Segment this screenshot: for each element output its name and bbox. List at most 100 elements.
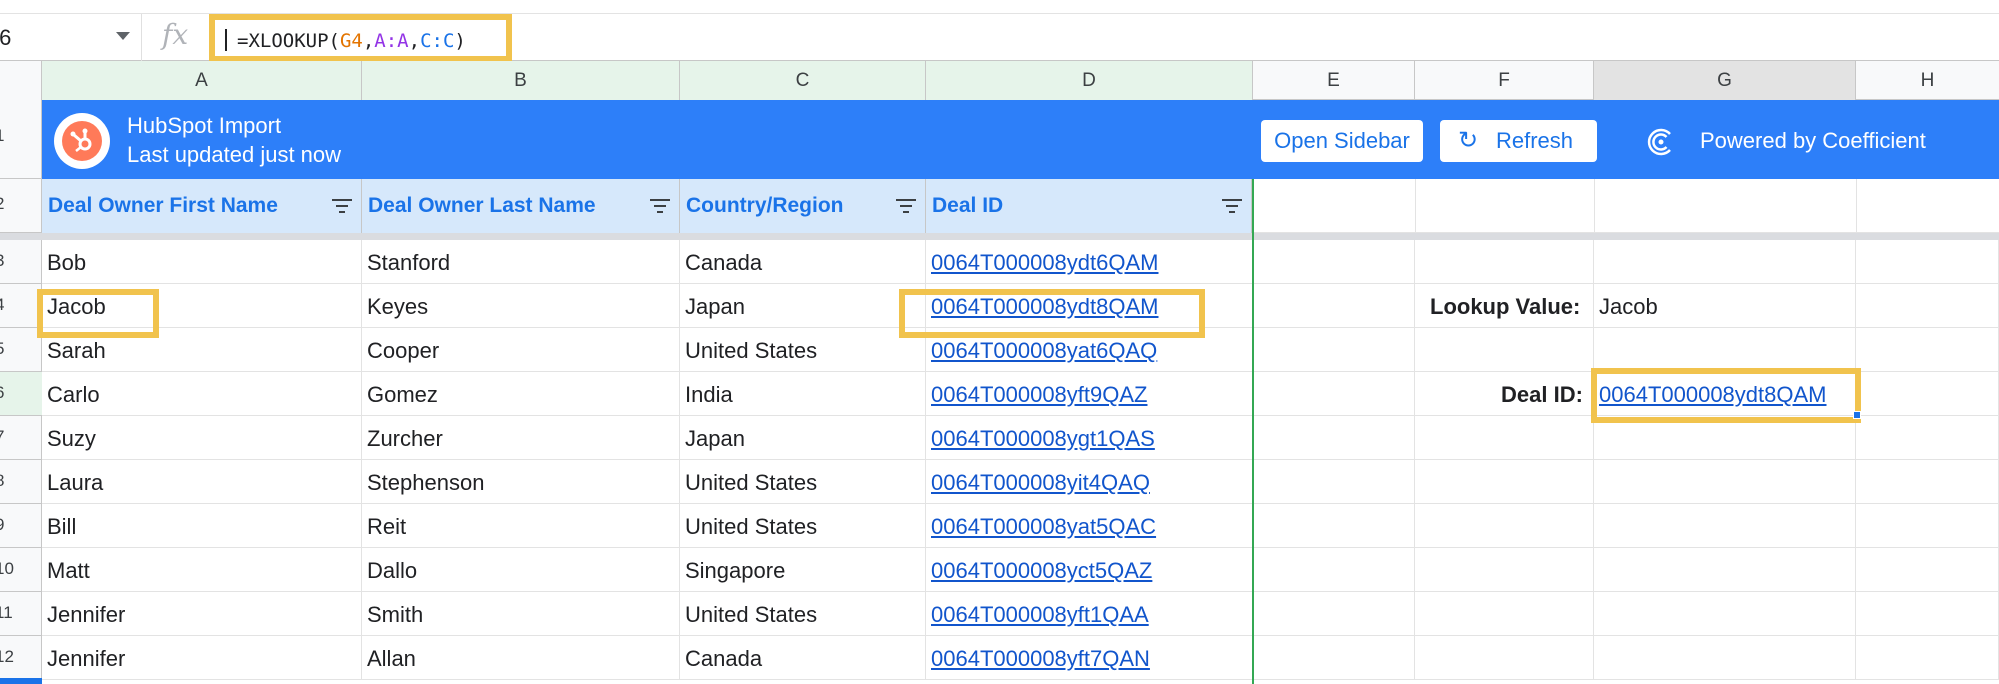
- grid-cell[interactable]: [1415, 240, 1594, 284]
- grid-cell[interactable]: [1856, 416, 1999, 460]
- deal-id-link[interactable]: 0064T000008yft9QAZ: [931, 382, 1147, 408]
- row-header[interactable]: 12: [0, 636, 42, 680]
- grid-cell[interactable]: [1253, 416, 1415, 460]
- grid-cell[interactable]: Japan: [680, 284, 926, 328]
- grid-cell[interactable]: [1856, 240, 1999, 284]
- column-header-d[interactable]: D: [926, 61, 1253, 100]
- grid-cell[interactable]: Bill: [42, 504, 362, 548]
- grid-cell[interactable]: [1253, 372, 1415, 416]
- frozen-rows-divider[interactable]: [0, 233, 1999, 240]
- grid-cell[interactable]: Keyes: [362, 284, 680, 328]
- filter-icon[interactable]: [1222, 199, 1242, 213]
- deal-id-link[interactable]: 0064T000008yct5QAZ: [931, 558, 1152, 584]
- deal-id-link[interactable]: 0064T000008ydt6QAM: [931, 250, 1159, 276]
- grid-cell[interactable]: Smith: [362, 592, 680, 636]
- grid-cell[interactable]: Matt: [42, 548, 362, 592]
- grid-cell[interactable]: [1594, 240, 1856, 284]
- grid-cell[interactable]: [1594, 636, 1856, 680]
- grid-cell[interactable]: 0064T000008ydt6QAM: [926, 240, 1253, 284]
- grid-cell[interactable]: 0064T000008yat5QAC: [926, 504, 1253, 548]
- grid-cell[interactable]: [1415, 328, 1594, 372]
- deal-id-link[interactable]: 0064T000008yit4QAQ: [931, 470, 1150, 496]
- fill-handle[interactable]: [1853, 411, 1861, 419]
- grid-cell[interactable]: [1253, 328, 1415, 372]
- grid-cell[interactable]: [1594, 460, 1856, 504]
- grid-cell[interactable]: [1415, 416, 1594, 460]
- refresh-button[interactable]: ↻ Refresh: [1440, 120, 1597, 162]
- grid-cell[interactable]: Gomez: [362, 372, 680, 416]
- grid-cell[interactable]: United States: [680, 592, 926, 636]
- grid-cell[interactable]: [1856, 284, 1999, 328]
- column-header-b[interactable]: B: [362, 61, 680, 100]
- grid-cell[interactable]: India: [680, 372, 926, 416]
- grid-cell[interactable]: Singapore: [680, 548, 926, 592]
- grid-cell[interactable]: Laura: [42, 460, 362, 504]
- column-header-g[interactable]: G: [1594, 61, 1856, 100]
- grid-cell[interactable]: [1856, 328, 1999, 372]
- name-box[interactable]: G6: [0, 14, 142, 61]
- grid-cell[interactable]: [1856, 372, 1999, 416]
- grid-cell[interactable]: 0064T000008yft9QAZ: [926, 372, 1253, 416]
- grid-cell[interactable]: Carlo: [42, 372, 362, 416]
- grid-cell[interactable]: Canada: [680, 240, 926, 284]
- grid-cell[interactable]: Japan: [680, 416, 926, 460]
- grid-cell[interactable]: [1253, 240, 1415, 284]
- grid-cell[interactable]: [1856, 636, 1999, 680]
- column-header-f[interactable]: F: [1415, 61, 1594, 100]
- grid-cell[interactable]: Suzy: [42, 416, 362, 460]
- header-cell[interactable]: Country/Region: [680, 179, 926, 233]
- grid-cell[interactable]: [1415, 460, 1594, 504]
- grid-cell[interactable]: [1253, 504, 1415, 548]
- grid-cell[interactable]: [1594, 592, 1856, 636]
- grid-cell[interactable]: [1253, 284, 1415, 328]
- deal-id-link[interactable]: 0064T000008yft7QAN: [931, 646, 1150, 672]
- grid-cell[interactable]: Dallo: [362, 548, 680, 592]
- deal-id-link[interactable]: 0064T000008yat6QAQ: [931, 338, 1157, 364]
- row-header[interactable]: 6: [0, 372, 42, 416]
- grid-cell[interactable]: [1253, 460, 1415, 504]
- header-cell[interactable]: Deal Owner Last Name: [362, 179, 680, 233]
- filter-icon[interactable]: [332, 199, 352, 213]
- grid-cell[interactable]: Cooper: [362, 328, 680, 372]
- lookup-value-input[interactable]: Jacob: [1599, 294, 1658, 320]
- header-cell[interactable]: Deal Owner First Name: [42, 179, 362, 233]
- grid-cell[interactable]: United States: [680, 504, 926, 548]
- grid-cell[interactable]: [1594, 548, 1856, 592]
- grid-cell[interactable]: [1415, 504, 1594, 548]
- select-all-corner[interactable]: [0, 61, 42, 100]
- row-header[interactable]: 10: [0, 548, 42, 592]
- grid-cell[interactable]: Bob: [42, 240, 362, 284]
- grid-cell[interactable]: Zurcher: [362, 416, 680, 460]
- formula-input[interactable]: =XLOOKUP(G4,A:A,C:C): [209, 14, 512, 62]
- frozen-columns-divider[interactable]: [1252, 179, 1254, 684]
- row-header[interactable]: 1: [0, 100, 42, 179]
- deal-id-link[interactable]: 0064T000008yft1QAA: [931, 602, 1149, 628]
- deal-id-link[interactable]: 0064T000008ygt1QAS: [931, 426, 1155, 452]
- grid-cell[interactable]: United States: [680, 460, 926, 504]
- row-header[interactable]: 8: [0, 460, 42, 504]
- deal-id-link[interactable]: 0064T000008yat5QAC: [931, 514, 1156, 540]
- filter-icon[interactable]: [650, 199, 670, 213]
- filter-icon[interactable]: [896, 199, 916, 213]
- grid-cell[interactable]: [1415, 592, 1594, 636]
- grid-cell[interactable]: Stephenson: [362, 460, 680, 504]
- grid-cell[interactable]: 0064T000008yit4QAQ: [926, 460, 1253, 504]
- grid-cell[interactable]: Jennifer: [42, 592, 362, 636]
- chevron-down-icon[interactable]: [116, 32, 130, 40]
- header-cell[interactable]: Deal ID: [926, 179, 1252, 233]
- grid-cell[interactable]: [1856, 592, 1999, 636]
- grid-cell[interactable]: Canada: [680, 636, 926, 680]
- grid-cell[interactable]: [1415, 636, 1594, 680]
- grid-cell[interactable]: [1594, 328, 1856, 372]
- row-header[interactable]: 11: [0, 592, 42, 636]
- grid-cell[interactable]: [1253, 592, 1415, 636]
- grid-cell[interactable]: [1856, 548, 1999, 592]
- grid-cell[interactable]: [1253, 548, 1415, 592]
- row-header[interactable]: 5: [0, 328, 42, 372]
- grid-cell[interactable]: 0064T000008ygt1QAS: [926, 416, 1253, 460]
- row-header[interactable]: 9: [0, 504, 42, 548]
- grid-cell[interactable]: 0064T000008yct5QAZ: [926, 548, 1253, 592]
- column-header-c[interactable]: C: [680, 61, 926, 100]
- column-header-h[interactable]: H: [1856, 61, 1999, 100]
- row-header[interactable]: 2: [0, 179, 42, 233]
